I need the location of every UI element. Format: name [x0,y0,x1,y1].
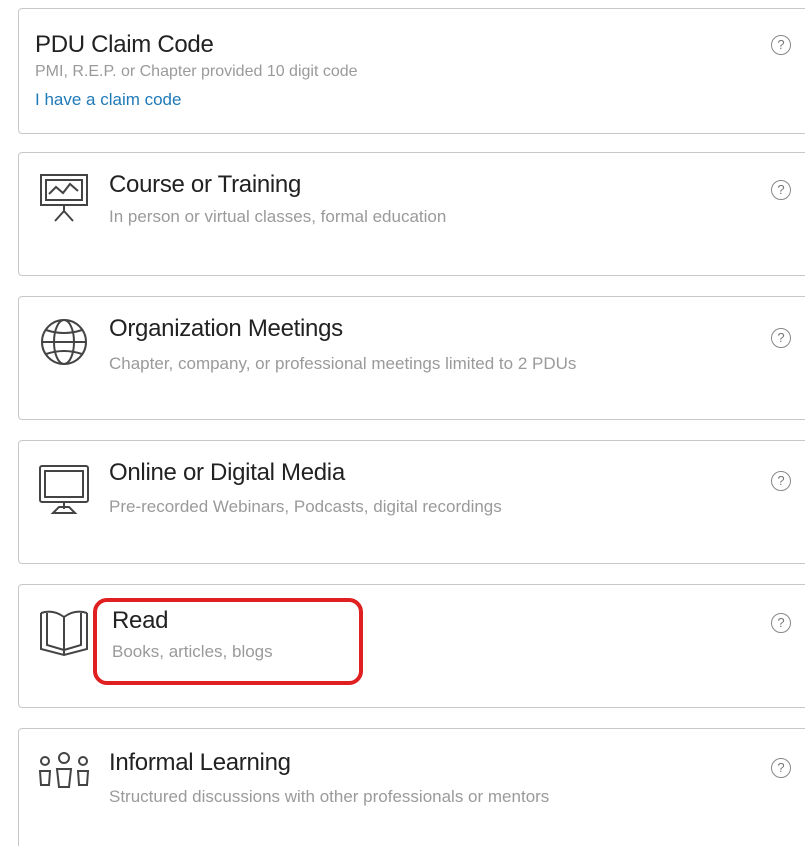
card-description: Pre-recorded Webinars, Podcasts, digital… [109,497,502,516]
card-pdu-claim-code[interactable]: PDU Claim Code PMI, R.E.P. or Chapter pr… [18,8,805,134]
card-online-or-digital-media[interactable]: Online or Digital Media Pre-recorded Web… [18,440,805,564]
presentation-board-icon [37,169,93,225]
open-book-icon [37,603,93,659]
card-title: Organization Meetings [109,315,343,342]
pdu-category-list: PDU Claim Code PMI, R.E.P. or Chapter pr… [0,0,805,846]
help-icon[interactable]: ? [771,180,791,200]
help-icon[interactable]: ? [771,758,791,778]
globe-icon [37,315,93,371]
card-course-or-training[interactable]: Course or Training In person or virtual … [18,152,805,276]
monitor-icon [37,461,93,517]
highlight-annotation [93,598,363,685]
help-icon[interactable]: ? [771,328,791,348]
claim-code-link[interactable]: I have a claim code [35,90,181,110]
card-organization-meetings[interactable]: Organization Meetings Chapter, company, … [18,296,805,420]
help-icon[interactable]: ? [771,471,791,491]
card-title: Online or Digital Media [109,459,345,486]
card-description: PMI, R.E.P. or Chapter provided 10 digit… [35,63,358,80]
people-group-icon [37,751,93,807]
card-description: Chapter, company, or professional meetin… [109,354,577,373]
card-informal-learning[interactable]: Informal Learning Structured discussions… [18,728,805,846]
card-title: Informal Learning [109,749,291,776]
card-description: Structured discussions with other profes… [109,787,550,806]
help-icon[interactable]: ? [771,35,791,55]
card-description: In person or virtual classes, formal edu… [109,207,447,226]
help-icon[interactable]: ? [771,613,791,633]
card-title: Course or Training [109,171,302,198]
card-title: PDU Claim Code [35,31,214,58]
